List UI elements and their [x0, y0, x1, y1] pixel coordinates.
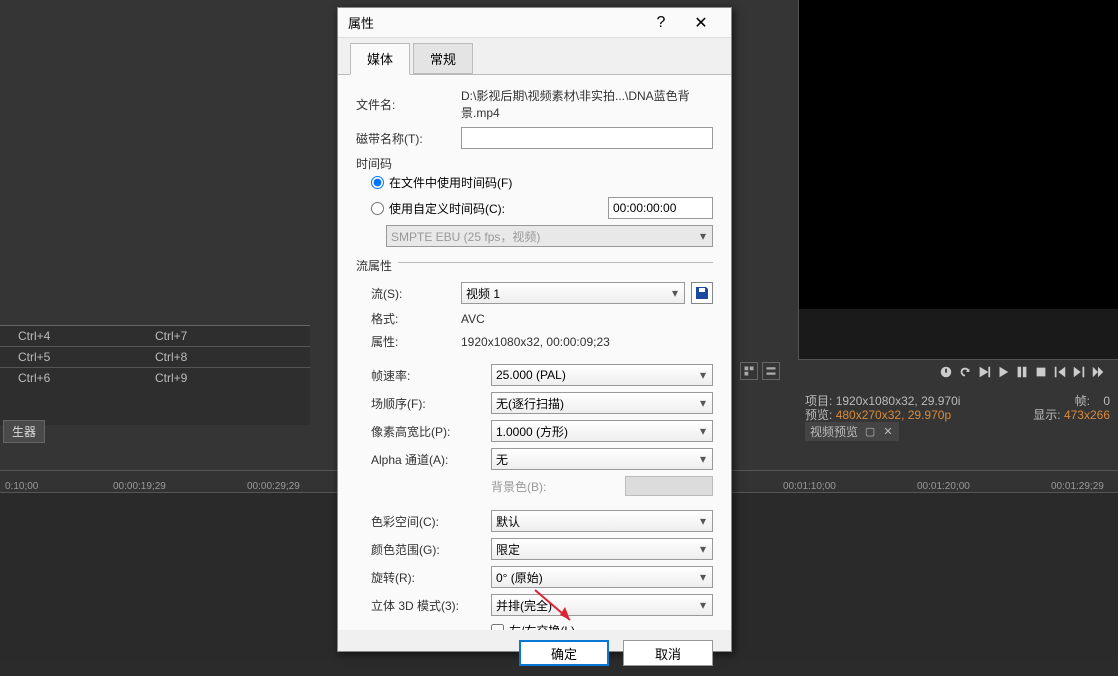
dialog-footer: 确定 取消: [338, 630, 731, 676]
stream-select[interactable]: 视频 1: [461, 282, 685, 304]
stream-label: 流(S):: [356, 285, 461, 302]
play-start-button[interactable]: [976, 364, 992, 380]
timecode-section: 时间码: [356, 155, 713, 172]
preview-panel: [798, 0, 1118, 360]
preview-toolbar: [740, 362, 780, 380]
tapename-label: 磁带名称(T):: [356, 130, 461, 147]
display-info: 显示: 473x266: [1033, 406, 1110, 423]
generator-label: 生器: [3, 420, 45, 443]
preview-info: 预览: 480x270x32, 29.970p: [805, 406, 951, 423]
par-select[interactable]: 1.0000 (方形): [491, 420, 713, 442]
toolbar-icon-2[interactable]: [762, 362, 780, 380]
panel-close-icon[interactable]: ✕: [882, 426, 894, 438]
help-button[interactable]: ?: [641, 9, 681, 37]
colorspace-label: 色彩空间(C):: [356, 513, 461, 530]
bgcolor-label: 背景色(B):: [491, 478, 546, 495]
tab-general[interactable]: 常规: [413, 43, 473, 74]
use-file-timecode-radio[interactable]: [371, 176, 384, 189]
dialog-tabs: 媒体 常规: [338, 38, 731, 75]
toolbar-icon-1[interactable]: [740, 362, 758, 380]
use-custom-timecode-label: 使用自定义时间码(C):: [389, 200, 608, 217]
par-label: 像素高宽比(P):: [356, 423, 461, 440]
dialog-titlebar[interactable]: 属性 ? ✕: [338, 8, 731, 38]
next-button[interactable]: [1071, 364, 1087, 380]
timeline-tick: 0:10;00: [5, 481, 38, 492]
colorrange-select[interactable]: 限定: [491, 538, 713, 560]
filename-value: D:\影视后期\视频素材\非实拍...\DNA蓝色背景.mp4: [461, 87, 713, 121]
use-custom-timecode-radio[interactable]: [371, 202, 384, 215]
pause-button[interactable]: [1014, 364, 1030, 380]
play-button[interactable]: [995, 364, 1011, 380]
framerate-select[interactable]: 25.000 (PAL): [491, 364, 713, 386]
smpte-format-select[interactable]: SMPTE EBU (25 fps，视频): [386, 225, 713, 247]
transport-controls: [938, 360, 1106, 384]
dialog-title-text: 属性: [348, 13, 641, 32]
custom-timecode-input[interactable]: [608, 197, 713, 219]
bgcolor-swatch: [625, 476, 713, 496]
save-icon[interactable]: [691, 282, 713, 304]
video-preview-panel-header: 视频预览 ▢ ✕: [805, 422, 899, 441]
loop-button[interactable]: [957, 364, 973, 380]
preview-video: [799, 0, 1118, 309]
shortcut-row: Ctrl+6Ctrl+9: [0, 367, 310, 388]
shortcut-row: Ctrl+5Ctrl+8: [0, 346, 310, 367]
end-button[interactable]: [1090, 364, 1106, 380]
props-label: 属性:: [356, 333, 461, 350]
tab-media[interactable]: 媒体: [350, 43, 410, 75]
stop-button[interactable]: [1033, 364, 1049, 380]
colorspace-select[interactable]: 默认: [491, 510, 713, 532]
format-value: AVC: [461, 312, 713, 326]
props-value: 1920x1080x32, 00:00:09;23: [461, 335, 713, 349]
rotation-label: 旋转(R):: [356, 569, 461, 586]
shortcut-panel: Ctrl+4Ctrl+7 Ctrl+5Ctrl+8 Ctrl+6Ctrl+9: [0, 325, 310, 425]
timeline-tick: 00:00:29;29: [247, 481, 300, 492]
stream-section: 流属性: [356, 257, 392, 274]
tapename-input[interactable]: [461, 127, 713, 149]
record-button[interactable]: [938, 364, 954, 380]
format-label: 格式:: [356, 310, 461, 327]
close-button[interactable]: ✕: [681, 9, 721, 37]
swap-lr-checkbox[interactable]: [491, 624, 504, 630]
timeline-tick: 00:01:29;29: [1051, 481, 1104, 492]
stereo3d-select[interactable]: 并排(完全): [491, 594, 713, 616]
properties-dialog: 属性 ? ✕ 媒体 常规 文件名: D:\影视后期\视频素材\非实拍...\DN…: [337, 7, 732, 652]
use-file-timecode-label: 在文件中使用时间码(F): [389, 174, 512, 191]
prev-button[interactable]: [1052, 364, 1068, 380]
panel-maximize-icon[interactable]: ▢: [864, 426, 876, 438]
ok-button[interactable]: 确定: [519, 640, 609, 666]
video-preview-label: 视频预览: [810, 423, 858, 440]
fieldorder-label: 场顺序(F):: [356, 395, 461, 412]
filename-label: 文件名:: [356, 96, 461, 113]
rotation-select[interactable]: 0° (原始): [491, 566, 713, 588]
fieldorder-select[interactable]: 无(逐行扫描): [491, 392, 713, 414]
cancel-button[interactable]: 取消: [623, 640, 713, 666]
timeline-tick: 00:01:20;00: [917, 481, 970, 492]
framerate-label: 帧速率:: [356, 367, 461, 384]
alpha-select[interactable]: 无: [491, 448, 713, 470]
timeline-tick: 00:00:19;29: [113, 481, 166, 492]
stereo3d-label: 立体 3D 模式(3):: [356, 597, 461, 614]
shortcut-row: Ctrl+4Ctrl+7: [0, 325, 310, 346]
timeline-tick: 00:01:10;00: [783, 481, 836, 492]
dialog-body: 文件名: D:\影视后期\视频素材\非实拍...\DNA蓝色背景.mp4 磁带名…: [338, 75, 731, 630]
swap-lr-label: 左/右交换(L): [509, 622, 575, 630]
alpha-label: Alpha 通道(A):: [356, 451, 461, 468]
colorrange-label: 颜色范围(G):: [356, 541, 461, 558]
